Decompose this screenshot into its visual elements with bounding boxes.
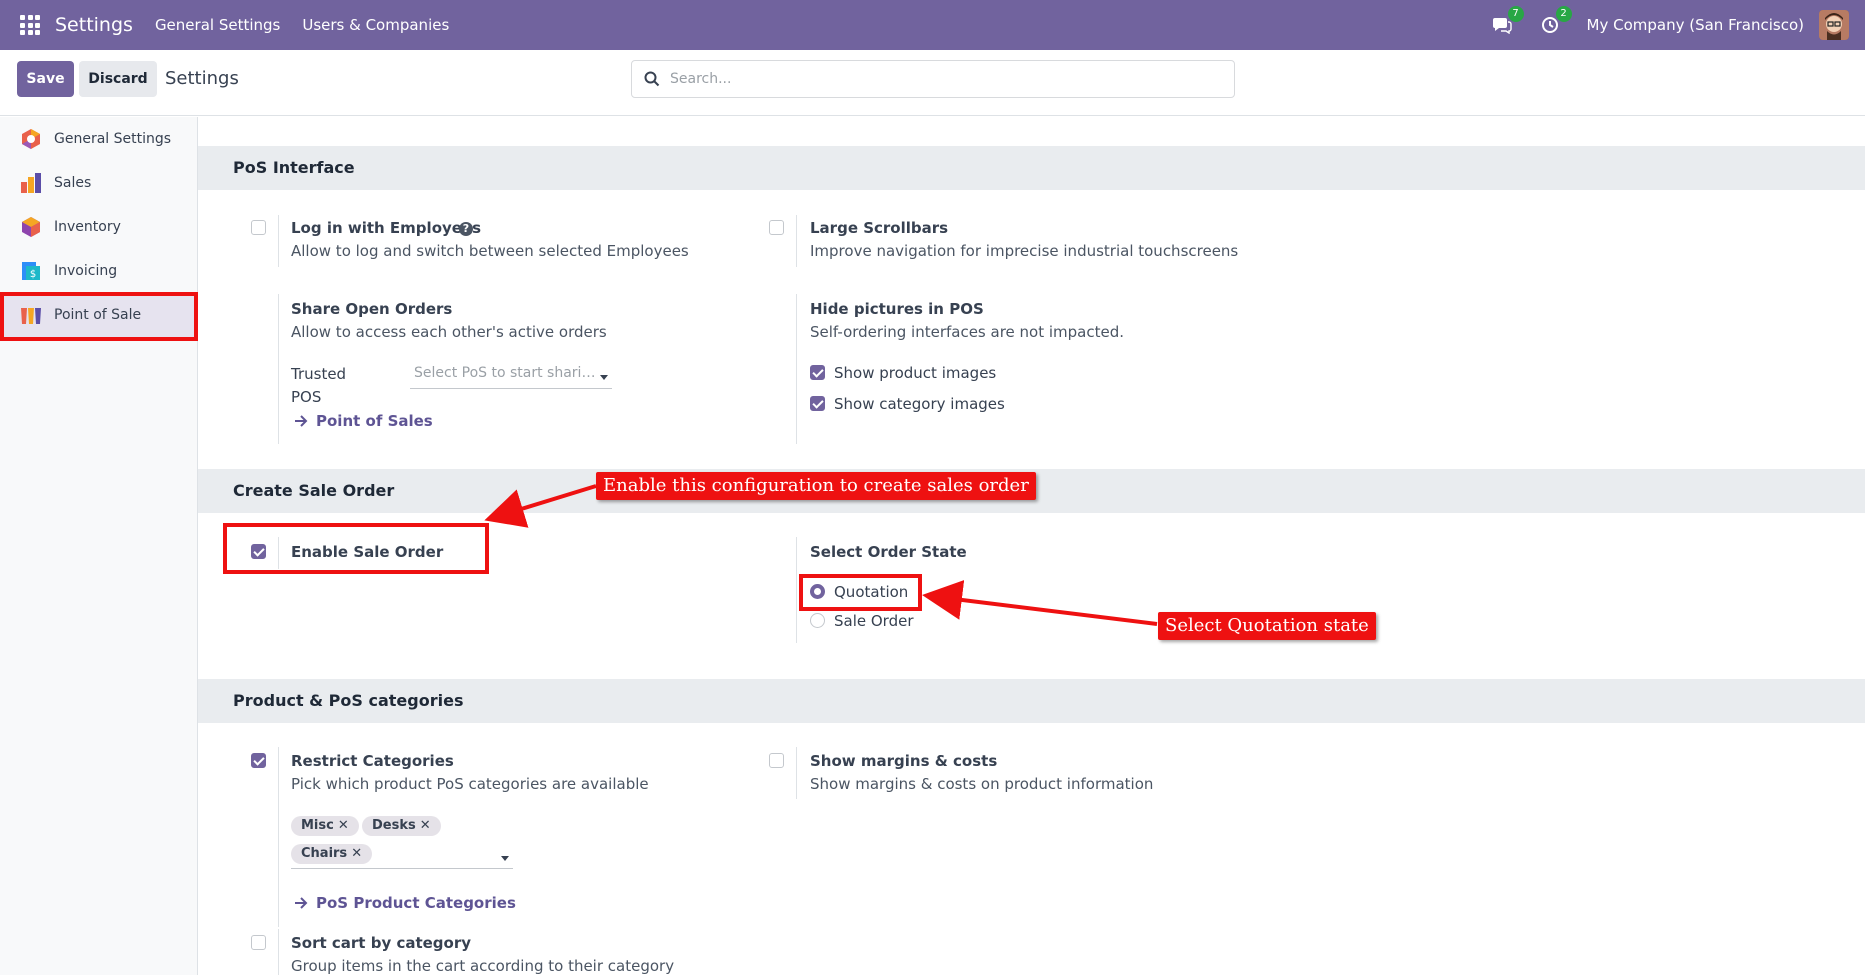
callout-select-quotation: Select Quotation state [1158,612,1376,640]
user-avatar[interactable] [1819,10,1849,40]
invoicing-icon: $ [22,262,40,280]
show-product-images-label: Show product images [834,364,997,382]
tag-label: Desks [372,818,416,833]
svg-text:$: $ [30,269,36,280]
messages-badge: 7 [1507,6,1524,22]
divider [278,294,279,444]
company-switcher[interactable]: My Company (San Francisco) [1587,16,1804,34]
sort-cart-title: Sort cart by category [291,934,472,952]
divider [796,537,797,643]
sidebar-item-general-settings[interactable]: General Settings [0,117,198,161]
control-panel: Save Discard Settings [0,50,1865,116]
sidebar-item-inventory[interactable]: Inventory [0,205,198,249]
restrict-categories-checkbox[interactable] [251,753,266,768]
chevron-down-icon [600,375,608,380]
highlight-point-of-sale [0,292,198,341]
search-bar [631,60,1235,98]
apps-menu-icon[interactable] [20,15,40,35]
sidebar-item-invoicing[interactable]: $ Invoicing [0,249,198,293]
arrow-right-icon [295,415,308,427]
large-scrollbars-checkbox[interactable] [769,220,784,235]
discard-button[interactable]: Discard [79,61,157,97]
sort-cart-desc: Group items in the cart according to the… [291,957,675,975]
trusted-pos-placeholder: Select PoS to start shari… [414,365,596,381]
highlight-quotation [799,574,922,611]
show-margins-title: Show margins & costs [810,752,998,770]
inventory-icon [22,217,40,237]
page-title: Settings [165,68,239,89]
show-margins-checkbox[interactable] [769,753,784,768]
show-margins-desc: Show margins & costs on product informat… [810,775,1154,793]
restrict-categories-desc: Pick which product PoS categories are av… [291,775,649,793]
sidebar-label: Inventory [54,219,121,235]
categories-select[interactable] [291,841,513,869]
sale-order-radio[interactable] [810,613,825,628]
divider [796,215,797,267]
login-employees-desc: Allow to log and switch between selected… [291,242,689,260]
sales-icon [21,173,41,193]
category-tag-desks[interactable]: Desks ✕ [362,816,441,836]
section-title: Product & PoS categories [233,691,464,710]
sidebar-item-sales[interactable]: Sales [0,161,198,205]
large-scrollbars-desc: Improve navigation for imprecise industr… [810,242,1239,260]
order-state-title: Select Order State [810,543,967,561]
divider [278,747,279,927]
pos-product-categories-link[interactable]: PoS Product Categories [316,894,516,912]
chevron-down-icon [501,856,509,861]
divider [278,929,279,975]
trusted-pos-select[interactable]: Select PoS to start shari… [410,363,612,389]
divider [796,747,797,799]
sidebar-label: Sales [54,175,92,191]
hide-pictures-desc: Self-ordering interfaces are not impacte… [810,323,1125,341]
share-orders-title: Share Open Orders [291,300,453,318]
sidebar-label: General Settings [54,131,172,147]
divider [278,215,279,267]
search-input[interactable] [670,71,1210,87]
arrow-right-icon [295,897,308,909]
callout-enable-sale-order: Enable this configuration to create sale… [596,472,1036,500]
category-tag-misc[interactable]: Misc ✕ [291,816,359,836]
general-settings-icon [22,129,40,149]
show-category-images-label: Show category images [834,395,1005,413]
menu-users-companies[interactable]: Users & Companies [302,16,449,34]
menu-general-settings[interactable]: General Settings [155,16,280,34]
settings-sidebar: General Settings Sales Inventory $ Invoi… [0,117,198,975]
activities-clock-icon[interactable]: 2 [1539,6,1572,36]
top-navbar: Settings General Settings Users & Compan… [0,0,1865,50]
sort-cart-checkbox[interactable] [251,935,266,950]
hide-pictures-title: Hide pictures in POS [810,300,984,318]
help-icon[interactable]: ? [459,222,473,236]
login-employees-title: Log in with Employees [291,219,482,237]
activities-badge: 2 [1555,6,1572,22]
sidebar-label: Invoicing [54,263,118,279]
section-header-pos-interface: PoS Interface [198,146,1865,190]
trusted-pos-label-2: POS [291,388,322,406]
save-button[interactable]: Save [17,61,74,97]
close-icon[interactable]: ✕ [420,818,431,833]
section-title: Create Sale Order [233,481,395,500]
tag-label: Misc [301,818,334,833]
section-title: PoS Interface [233,158,355,177]
large-scrollbars-title: Large Scrollbars [810,219,949,237]
sale-order-label: Sale Order [834,612,914,630]
highlight-enable-sale-order [223,523,489,574]
login-employees-checkbox[interactable] [251,220,266,235]
show-category-images-checkbox[interactable] [810,396,825,411]
trusted-pos-label: Trusted [291,365,347,383]
close-icon[interactable]: ✕ [338,818,349,833]
messages-icon[interactable]: 7 [1491,6,1524,36]
app-title[interactable]: Settings [55,14,133,36]
section-header-product-categories: Product & PoS categories [198,679,1865,723]
restrict-categories-title: Restrict Categories [291,752,454,770]
search-icon [644,71,660,87]
share-orders-desc: Allow to access each other's active orde… [291,323,607,341]
divider [796,294,797,444]
show-product-images-checkbox[interactable] [810,365,825,380]
point-of-sales-link[interactable]: Point of Sales [316,412,433,430]
